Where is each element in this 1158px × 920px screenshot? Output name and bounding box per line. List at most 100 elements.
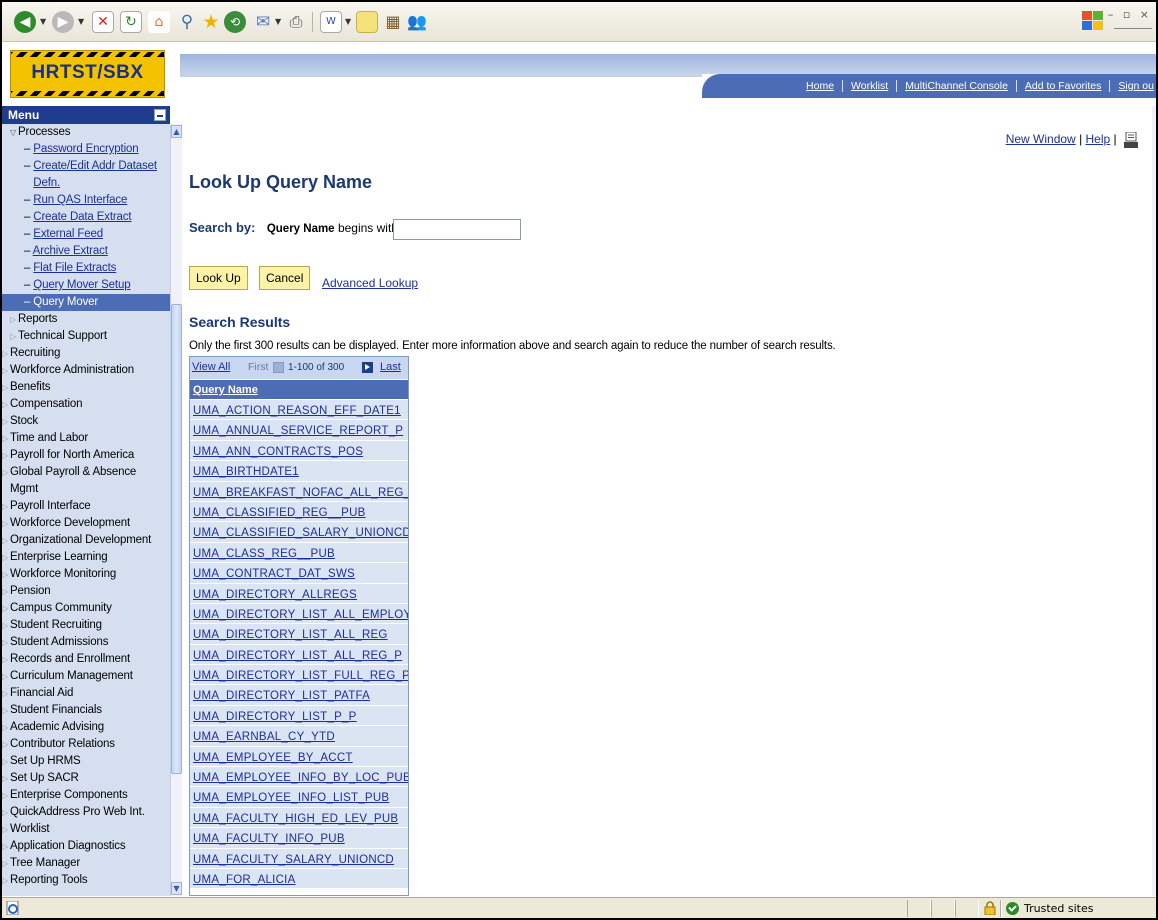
- collapsed-triangle-icon[interactable]: ▷: [2, 396, 10, 413]
- menu-item-label[interactable]: External Feed: [33, 228, 103, 240]
- menu-item-label[interactable]: Reports: [18, 313, 57, 325]
- collapsed-triangle-icon[interactable]: ▷: [2, 821, 10, 838]
- notes-icon[interactable]: [356, 11, 378, 33]
- menu-item[interactable]: ▷ Curriculum Management: [2, 668, 170, 685]
- scroll-up-icon[interactable]: ▲: [171, 125, 182, 138]
- menu-item-label[interactable]: Set Up SACR: [10, 772, 79, 784]
- nav-sign-out-link[interactable]: Sign ou: [1110, 80, 1156, 92]
- menu-item-label[interactable]: Run QAS Interface: [33, 194, 127, 206]
- menu-item[interactable]: ▷ Financial Aid: [2, 685, 170, 702]
- query-name-link[interactable]: UMA_BREAKFAST_NOFAC_ALL_REG_P: [193, 487, 408, 499]
- menu-item[interactable]: ▷ Enterprise Learning: [2, 549, 170, 566]
- menu-item-label[interactable]: Worklist: [10, 823, 50, 835]
- menu-item[interactable]: ▷ Enterprise Components: [2, 787, 170, 804]
- menu-item[interactable]: ▷ Workforce Monitoring: [2, 566, 170, 583]
- view-all-link[interactable]: View All: [192, 361, 230, 373]
- menu-collapse-icon[interactable]: [154, 109, 166, 121]
- menu-item-label[interactable]: Workforce Administration: [10, 364, 134, 376]
- collapsed-triangle-icon[interactable]: ▷: [2, 515, 10, 532]
- collapsed-triangle-icon[interactable]: ▷: [2, 566, 10, 583]
- query-name-link[interactable]: UMA_BIRTHDATE1: [193, 466, 299, 478]
- query-name-column-header[interactable]: Query Name: [193, 384, 258, 396]
- menu-item[interactable]: ▷ Recruiting: [2, 345, 170, 362]
- scroll-down-icon[interactable]: ▼: [171, 882, 182, 895]
- forward-icon[interactable]: ▶: [52, 11, 74, 33]
- menu-item[interactable]: ▷ Compensation: [2, 396, 170, 413]
- menu-item[interactable]: ▷ Academic Advising: [2, 719, 170, 736]
- collapsed-triangle-icon[interactable]: ▷: [2, 634, 10, 651]
- menu-scroll-thumb[interactable]: [171, 304, 182, 774]
- menu-item[interactable]: ▷ Global Payroll & Absence Mgmt: [2, 464, 170, 498]
- next-page-icon[interactable]: [362, 362, 373, 373]
- nav-add-to-favorites-link[interactable]: Add to Favorites: [1016, 80, 1111, 92]
- collapsed-triangle-icon[interactable]: ▷: [2, 787, 10, 804]
- menu-item[interactable]: ▷ Records and Enrollment: [2, 651, 170, 668]
- collapsed-triangle-icon[interactable]: ▷: [2, 838, 10, 855]
- query-name-link[interactable]: UMA_DIRECTORY_LIST_P_P: [193, 711, 357, 723]
- menu-item[interactable]: – Create/Edit Addr Dataset Defn.: [2, 158, 170, 192]
- back-dropdown-icon[interactable]: ▼: [40, 17, 46, 26]
- menu-item[interactable]: ▷ Application Diagnostics: [2, 838, 170, 855]
- menu-item[interactable]: ▷ Worklist: [2, 821, 170, 838]
- menu-item[interactable]: ▷ Workforce Administration: [2, 362, 170, 379]
- menu-item[interactable]: ▷ QuickAddress Pro Web Int.: [2, 804, 170, 821]
- menu-item[interactable]: ▷ Student Recruiting: [2, 617, 170, 634]
- menu-item-label[interactable]: Benefits: [10, 381, 51, 393]
- menu-item-label[interactable]: Time and Labor: [10, 432, 88, 444]
- menu-item-label[interactable]: Student Recruiting: [10, 619, 102, 631]
- collapsed-triangle-icon[interactable]: ▷: [2, 413, 10, 430]
- query-name-link[interactable]: UMA_ANNUAL_SERVICE_REPORT_P: [193, 425, 403, 437]
- collapsed-triangle-icon[interactable]: ▷: [2, 702, 10, 719]
- collapsed-triangle-icon[interactable]: ▷: [10, 328, 18, 345]
- query-name-link[interactable]: UMA_DIRECTORY_LIST_ALL_EMPLOYE: [193, 609, 408, 621]
- query-name-link[interactable]: UMA_CLASSIFIED_REG__PUB: [193, 507, 366, 519]
- menu-item-label[interactable]: Application Diagnostics: [10, 840, 126, 852]
- research-icon[interactable]: ▦: [382, 11, 404, 33]
- collapsed-triangle-icon[interactable]: ▷: [2, 770, 10, 787]
- query-name-input[interactable]: [393, 219, 521, 240]
- edit-dropdown-icon[interactable]: ▼: [345, 17, 351, 26]
- collapsed-triangle-icon[interactable]: ▷: [2, 345, 10, 362]
- menu-item-label[interactable]: Pension: [10, 585, 51, 597]
- menu-item-label[interactable]: Workforce Monitoring: [10, 568, 116, 580]
- collapsed-triangle-icon[interactable]: ▷: [2, 855, 10, 872]
- menu-item-label[interactable]: Records and Enrollment: [10, 653, 130, 665]
- menu-item-label[interactable]: Recruiting: [10, 347, 60, 359]
- nav-worklist-link[interactable]: Worklist: [843, 80, 898, 92]
- menu-item[interactable]: ▷ Benefits: [2, 379, 170, 396]
- query-name-link[interactable]: UMA_CLASS_REG__PUB: [193, 548, 335, 560]
- menu-item-label[interactable]: Payroll for North America: [10, 449, 134, 461]
- menu-item[interactable]: ▷ Time and Labor: [2, 430, 170, 447]
- menu-item-label[interactable]: Tree Manager: [10, 857, 80, 869]
- forward-dropdown-icon[interactable]: ▼: [78, 17, 84, 26]
- collapsed-triangle-icon[interactable]: ▷: [2, 651, 10, 668]
- menu-item-label[interactable]: Curriculum Management: [10, 670, 133, 682]
- menu-item-label[interactable]: Academic Advising: [10, 721, 104, 733]
- back-icon[interactable]: ◀: [14, 11, 36, 33]
- menu-item-label[interactable]: Student Admissions: [10, 636, 108, 648]
- query-name-link[interactable]: UMA_FOR_ALICIA: [193, 874, 296, 886]
- menu-item[interactable]: ▷ Campus Community: [2, 600, 170, 617]
- menu-scrollbar[interactable]: ▲ ▼: [170, 124, 182, 896]
- collapsed-triangle-icon[interactable]: ▷: [2, 617, 10, 634]
- query-name-link[interactable]: UMA_DIRECTORY_ALLREGS: [193, 589, 357, 601]
- new-window-link[interactable]: New Window: [1006, 132, 1076, 146]
- collapsed-triangle-icon[interactable]: ▷: [2, 498, 10, 515]
- menu-item-label[interactable]: Workforce Development: [10, 517, 130, 529]
- menu-item-label[interactable]: Password Encryption: [33, 143, 138, 155]
- query-name-link[interactable]: UMA_EMPLOYEE_BY_ACCT: [193, 752, 353, 764]
- menu-item[interactable]: – Password Encryption: [2, 141, 170, 158]
- query-name-link[interactable]: UMA_CLASSIFIED_SALARY_UNIONCD: [193, 527, 408, 539]
- menu-item[interactable]: – Query Mover: [2, 294, 170, 311]
- collapsed-triangle-icon[interactable]: ▷: [2, 668, 10, 685]
- query-name-link[interactable]: UMA_EARNBAL_CY_YTD: [193, 731, 335, 743]
- query-name-link[interactable]: UMA_FACULTY_INFO_PUB: [193, 833, 345, 845]
- menu-item[interactable]: ▷ Student Financials: [2, 702, 170, 719]
- menu-item-label[interactable]: Flat File Extracts: [33, 262, 116, 274]
- menu-item[interactable]: ▷ Payroll for North America: [2, 447, 170, 464]
- menu-item-label[interactable]: Technical Support: [18, 330, 107, 342]
- menu-item[interactable]: – Query Mover Setup: [2, 277, 170, 294]
- menu-item[interactable]: ▷ Pension: [2, 583, 170, 600]
- menu-item-label[interactable]: Create/Edit Addr Dataset Defn.: [33, 158, 161, 192]
- menu-item-label[interactable]: Payroll Interface: [10, 500, 91, 512]
